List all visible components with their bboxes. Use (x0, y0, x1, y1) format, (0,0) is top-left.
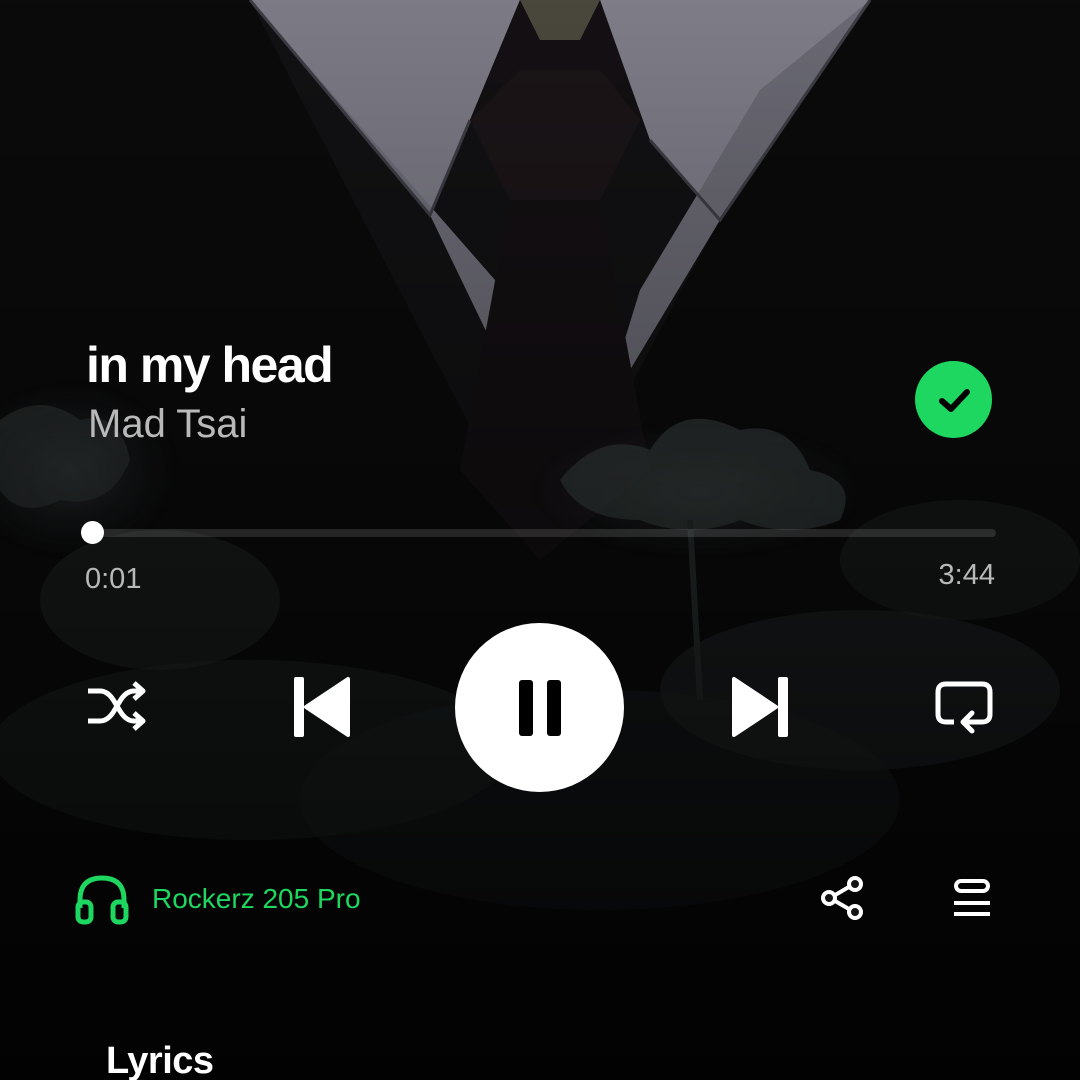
shuffle-icon (88, 681, 146, 731)
share-button[interactable] (816, 874, 868, 922)
queue-icon (954, 879, 990, 916)
track-title[interactable]: in my head (86, 336, 334, 394)
queue-button[interactable] (948, 874, 996, 922)
device-name: Rockerz 205 Pro (152, 883, 361, 914)
checkmark-icon (938, 388, 970, 412)
track-artist[interactable]: Mad Tsai (88, 402, 247, 447)
liked-check-button[interactable] (915, 361, 992, 438)
connected-device[interactable]: Rockerz 205 Pro (74, 872, 361, 926)
headphones-icon (75, 875, 129, 925)
previous-track-button[interactable] (284, 673, 356, 741)
total-time: 3:44 (938, 559, 995, 591)
elapsed-time: 0:01 (85, 563, 142, 595)
lyrics-heading: Lyrics (106, 1040, 214, 1080)
next-track-button[interactable] (726, 673, 798, 741)
repeat-icon (935, 681, 993, 734)
shuffle-button[interactable] (80, 676, 152, 738)
now-playing-screen: in my head Mad Tsai 0:01 3:44 Rockerz 20… (0, 0, 1080, 1080)
skip-previous-icon (294, 677, 350, 737)
progress-bar[interactable] (88, 529, 996, 537)
share-icon (821, 876, 863, 920)
progress-knob[interactable] (80, 521, 104, 544)
pause-icon (518, 679, 561, 736)
pause-button[interactable] (455, 623, 624, 792)
repeat-button[interactable] (928, 674, 1000, 740)
skip-next-icon (732, 677, 788, 737)
